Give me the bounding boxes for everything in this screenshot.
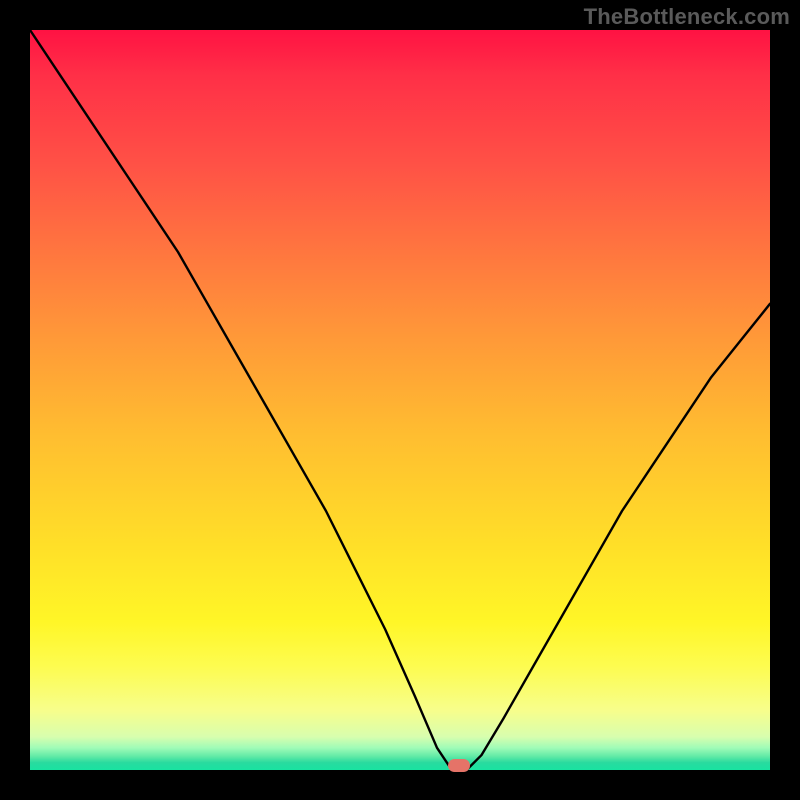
- optimal-marker: [448, 759, 470, 772]
- curve-layer: [30, 30, 770, 770]
- bottleneck-curve: [30, 30, 770, 770]
- watermark-text: TheBottleneck.com: [584, 4, 790, 30]
- chart-frame: TheBottleneck.com: [0, 0, 800, 800]
- plot-area: [30, 30, 770, 770]
